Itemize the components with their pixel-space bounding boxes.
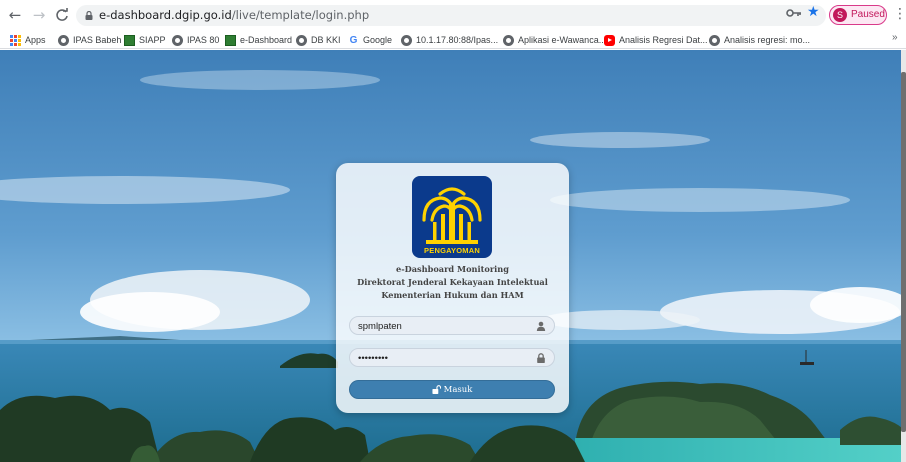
scrollbar-thumb[interactable] bbox=[901, 72, 906, 432]
youtube-icon bbox=[604, 34, 615, 46]
login-button[interactable]: Masuk bbox=[349, 380, 555, 399]
back-button[interactable]: ← bbox=[6, 6, 24, 24]
bookmark-db-kki[interactable]: DB KKI bbox=[296, 33, 341, 47]
bookmark-e-dashboard[interactable]: e-Dashboard bbox=[225, 33, 292, 47]
reload-icon bbox=[56, 8, 68, 21]
bookmark-analisis-regresi-mo[interactable]: Analisis regresi: mo... bbox=[709, 33, 810, 47]
url-path: /live/template/login.php bbox=[231, 8, 370, 22]
logo-text: PENGAYOMAN bbox=[424, 246, 480, 255]
kebab-menu-icon[interactable]: ⋮ bbox=[893, 6, 906, 22]
bookmark-label: 10.1.17.80:88/Ipas... bbox=[416, 35, 499, 45]
globe-icon bbox=[709, 34, 720, 46]
bookmark-label: IPAS 80 bbox=[187, 35, 220, 45]
login-button-label: Masuk bbox=[443, 384, 473, 395]
bookmark-siapp[interactable]: SIAPP bbox=[124, 33, 166, 47]
key-icon[interactable] bbox=[786, 8, 802, 18]
globe-icon bbox=[401, 34, 412, 46]
bookmarks-overflow-button[interactable]: » bbox=[892, 32, 898, 43]
browser-toolbar: ← → e-dashboard.dgip.go.id/live/template… bbox=[0, 0, 906, 30]
site-icon bbox=[225, 34, 236, 46]
bookmark-label: Apps bbox=[25, 35, 46, 45]
bookmark-google[interactable]: G Google bbox=[348, 33, 392, 47]
bookmark-label: SIAPP bbox=[139, 35, 166, 45]
bookmark-e-wawancara[interactable]: Aplikasi e-Wawanca... bbox=[503, 33, 606, 47]
url-host: e-dashboard.dgip.go.id bbox=[99, 8, 232, 22]
bookmark-label: Analisis Regresi Dat... bbox=[619, 35, 708, 45]
globe-icon bbox=[58, 34, 69, 46]
address-bar[interactable]: e-dashboard.dgip.go.id/live/template/log… bbox=[76, 5, 826, 26]
login-card: PENGAYOMAN e-Dashboard Monitoring Direkt… bbox=[336, 163, 569, 413]
bookmark-label: Aplikasi e-Wawanca... bbox=[518, 35, 607, 45]
bookmark-label: Google bbox=[363, 35, 393, 45]
url-text[interactable]: e-dashboard.dgip.go.id/live/template/log… bbox=[99, 8, 369, 22]
bookmark-label: IPAS Babeh bbox=[73, 35, 122, 45]
app-title: e-Dashboard Monitoring bbox=[396, 264, 509, 274]
forward-button[interactable]: → bbox=[30, 6, 48, 24]
lock-icon bbox=[537, 353, 545, 363]
unlock-icon bbox=[432, 385, 441, 394]
bookmarks-bar: Apps IPAS Babeh SIAPP IPAS 80 e-Dashboar… bbox=[0, 30, 906, 49]
login-page: PENGAYOMAN e-Dashboard Monitoring Direkt… bbox=[0, 50, 906, 462]
bookmark-label: DB KKI bbox=[311, 35, 341, 45]
bookmark-ipas-babeh[interactable]: IPAS Babeh bbox=[58, 33, 121, 47]
site-icon bbox=[124, 34, 135, 46]
username-field[interactable] bbox=[349, 316, 555, 335]
user-icon bbox=[536, 321, 546, 331]
avatar: S bbox=[833, 8, 847, 22]
ministry-title: Kementerian Hukum dan HAM bbox=[381, 290, 524, 300]
globe-icon bbox=[296, 34, 307, 46]
password-input[interactable] bbox=[358, 351, 528, 365]
reload-button[interactable] bbox=[53, 6, 71, 24]
username-input[interactable] bbox=[358, 319, 528, 333]
bookmark-ipas-ip[interactable]: 10.1.17.80:88/Ipas... bbox=[401, 33, 498, 47]
bookmark-apps[interactable]: Apps bbox=[10, 33, 46, 47]
password-field[interactable] bbox=[349, 348, 555, 367]
google-icon: G bbox=[349, 34, 358, 46]
scrollbar[interactable] bbox=[901, 50, 906, 462]
profile-button[interactable]: S Paused bbox=[829, 5, 887, 25]
profile-status: Paused bbox=[851, 9, 885, 20]
bookmark-star-icon[interactable]: ★ bbox=[807, 4, 820, 20]
apps-grid-icon bbox=[10, 34, 21, 46]
bookmark-label: Analisis regresi: mo... bbox=[724, 35, 811, 45]
bookmark-label: e-Dashboard bbox=[240, 35, 293, 45]
pengayoman-logo: PENGAYOMAN bbox=[412, 176, 492, 258]
bookmark-analisis-regresi-dat[interactable]: Analisis Regresi Dat... bbox=[604, 33, 708, 47]
lock-icon bbox=[85, 11, 93, 20]
org-title: Direktorat Jenderal Kekayaan Intelektual bbox=[357, 277, 548, 287]
globe-icon bbox=[503, 34, 514, 46]
bookmark-ipas-80[interactable]: IPAS 80 bbox=[172, 33, 219, 47]
globe-icon bbox=[172, 34, 183, 46]
